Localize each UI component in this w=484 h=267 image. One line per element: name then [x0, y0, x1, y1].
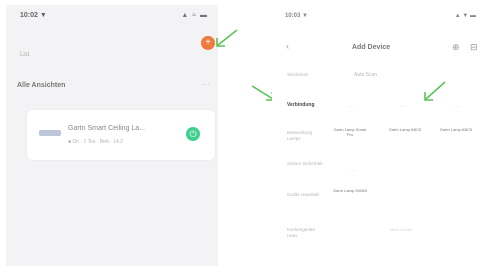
category-item[interactable]: Sensor Sicherheit: [287, 161, 325, 167]
power-button[interactable]: ⏻: [186, 127, 200, 141]
status-icons: ▲ ≈ ▬: [181, 12, 208, 19]
arrow-to-device-item: [424, 81, 446, 101]
item-label-faint: ----: [350, 167, 356, 172]
device-type-item[interactable]: Gartn Lamp 2000N: [330, 188, 370, 193]
status-time: 10:03 ▼: [285, 13, 308, 19]
device-type-item[interactable]: Gartn Lamp Smart Pro: [330, 127, 370, 137]
status-icons: ▲ ▼ ▬: [454, 13, 476, 19]
device-status: ■ On · 1 Tes · Bett · 14.2: [68, 139, 123, 145]
page-title: Add Device: [352, 44, 391, 51]
device-type-item[interactable]: Gartn Lamp ABC5: [436, 127, 476, 132]
back-icon[interactable]: ‹: [286, 41, 289, 51]
list-label: List: [20, 52, 30, 58]
device-thumbnail: [39, 130, 61, 136]
status-time: 10:02 ▼: [20, 12, 47, 19]
category-item-active[interactable]: Verbindung: [287, 102, 325, 108]
device-name: Gartn Smart Ceiling La...: [68, 125, 146, 132]
tab-auto-scan[interactable]: Auto Scan: [354, 72, 377, 78]
plus-icon: +: [205, 37, 211, 48]
category-item[interactable]: Küchengeräte Haus: [287, 227, 325, 239]
section-title: Alle Ansichten: [17, 82, 66, 89]
device-card[interactable]: Gartn Smart Ceiling La... ■ On · 1 Tes ·…: [27, 110, 215, 160]
item-label-faint: ----: [454, 103, 460, 108]
item-label-faint: ----: [348, 103, 354, 108]
footer-label[interactable]: Mehr Geräte: [390, 227, 412, 232]
add-device-screen: 10:03 ▼ ▲ ▼ ▬ ‹ Add Device ⊕ ⊟ Auto Scan…: [272, 5, 484, 266]
scan-icon[interactable]: ⊕: [452, 42, 460, 53]
power-icon: ⏻: [189, 129, 197, 139]
item-label-faint: ----: [400, 103, 406, 108]
category-item[interactable]: Große Haushalt: [287, 192, 325, 198]
category-item[interactable]: Beleuchtung Lampe: [287, 130, 325, 142]
device-type-item[interactable]: Gartn Lamp ABC5: [385, 127, 425, 132]
home-screen: 10:02 ▼ ▲ ≈ ▬ List + Alle Ansichten ··· …: [6, 5, 218, 266]
more-icon[interactable]: ⊟: [470, 42, 478, 53]
more-icon[interactable]: ···: [202, 80, 210, 89]
arrow-to-add-button: [216, 29, 238, 47]
category-item[interactable]: Steckdose: [287, 72, 325, 78]
status-bar: 10:02 ▼ ▲ ≈ ▬: [6, 5, 218, 27]
